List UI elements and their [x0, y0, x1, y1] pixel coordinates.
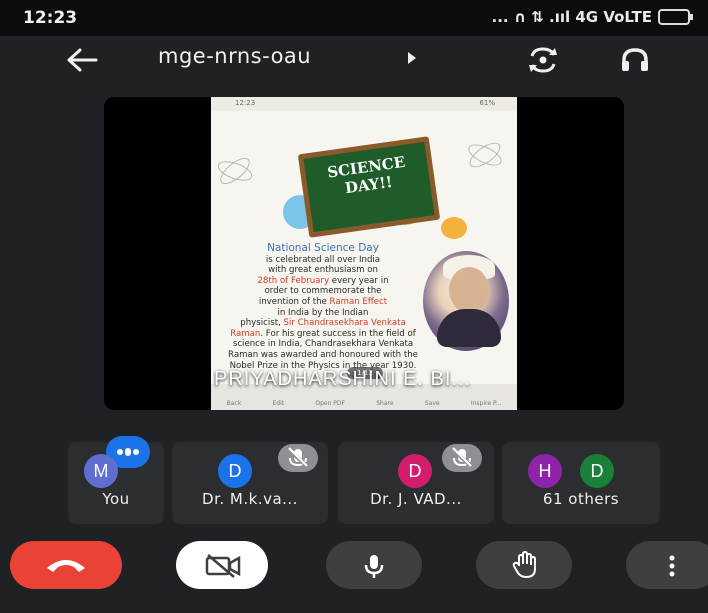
avatar: M	[84, 454, 118, 488]
headphones-icon[interactable]	[620, 46, 650, 74]
shared-screen-battery: 61%	[479, 99, 495, 107]
nav-item: Share	[376, 400, 394, 407]
flask-icon	[441, 217, 467, 239]
participant-tile[interactable]: D Dr. J. VAD...	[338, 442, 494, 524]
nav-item: Edit	[272, 400, 285, 407]
meeting-header: mge-nrns-oau	[0, 36, 708, 86]
participant-name: You	[102, 490, 130, 508]
article-text: National Science Day is celebrated all o…	[223, 243, 423, 371]
battery-icon	[658, 9, 693, 25]
presentation-stage[interactable]: 12:23 61% SCIENCE DAY!! National Science…	[104, 97, 624, 410]
status-bar: 12:23 ... ∩ ⇅ .ııl 4G VoLTE	[0, 0, 708, 36]
mic-off-icon	[278, 444, 318, 472]
more-vertical-icon	[669, 555, 675, 577]
hand-icon	[512, 551, 536, 578]
microphone-icon	[364, 555, 384, 578]
mic-button[interactable]	[326, 541, 422, 589]
participant-name: 61 others	[542, 490, 620, 508]
participant-name: Dr. J. VAD...	[370, 490, 462, 508]
portrait-face	[449, 267, 489, 313]
participant-tile-you[interactable]: M You	[68, 436, 164, 524]
more-options-button[interactable]	[626, 541, 708, 589]
video-off-icon	[205, 554, 241, 578]
article-heading: National Science Day	[267, 242, 379, 254]
mic-off-icon	[442, 444, 482, 472]
participant-tile-others[interactable]: H D 61 others	[502, 442, 660, 524]
article-line: is celebrated all over India	[265, 254, 381, 265]
presenter-name: PRIYADHARSHINI E. BI...	[214, 368, 472, 390]
end-call-button[interactable]	[10, 541, 122, 589]
avatar: H	[528, 454, 562, 488]
meeting-code[interactable]: mge-nrns-oau	[158, 44, 311, 68]
status-time: 12:23	[23, 8, 78, 28]
camera-toggle-button[interactable]	[176, 541, 268, 589]
article-line: physicist,	[240, 318, 281, 329]
nav-item: Save	[424, 400, 440, 407]
article-line: every year in	[331, 275, 389, 286]
article-date: 28th of February	[257, 275, 330, 286]
nav-item: Inspire P...	[470, 400, 502, 407]
shared-screen-status-bar: 12:23 61%	[211, 97, 517, 111]
phone-hangup-icon	[47, 560, 85, 572]
participant-name: Dr. M.k.va...	[202, 490, 298, 508]
avatar: D	[398, 454, 432, 488]
nav-item: Back	[226, 400, 242, 407]
avatar: D	[580, 454, 614, 488]
shared-screen-time: 12:23	[235, 99, 256, 107]
avatar: D	[218, 454, 252, 488]
article-line: order to commemorate the	[264, 286, 382, 297]
nav-item: Open PDF	[315, 400, 345, 407]
shared-screen: 12:23 61% SCIENCE DAY!! National Science…	[211, 97, 517, 410]
raise-hand-button[interactable]	[476, 541, 572, 589]
arrow-left-icon[interactable]	[62, 42, 102, 78]
science-day-blackboard: SCIENCE DAY!!	[297, 136, 441, 238]
article-line: with great enthusiasm on	[268, 265, 378, 276]
article-effect: Raman Effect	[329, 296, 388, 307]
participant-tile[interactable]: D Dr. M.k.va...	[172, 442, 328, 524]
caret-right-icon[interactable]	[408, 52, 416, 64]
status-indicators: ... ∩ ⇅ .ııl 4G VoLTE	[491, 8, 693, 26]
article-line: invention of the	[258, 296, 327, 307]
article-line: in India by the Indian	[277, 307, 369, 318]
camera-switch-icon[interactable]	[527, 46, 559, 74]
status-indicator-text: ... ∩ ⇅ .ııl 4G VoLTE	[491, 8, 652, 26]
